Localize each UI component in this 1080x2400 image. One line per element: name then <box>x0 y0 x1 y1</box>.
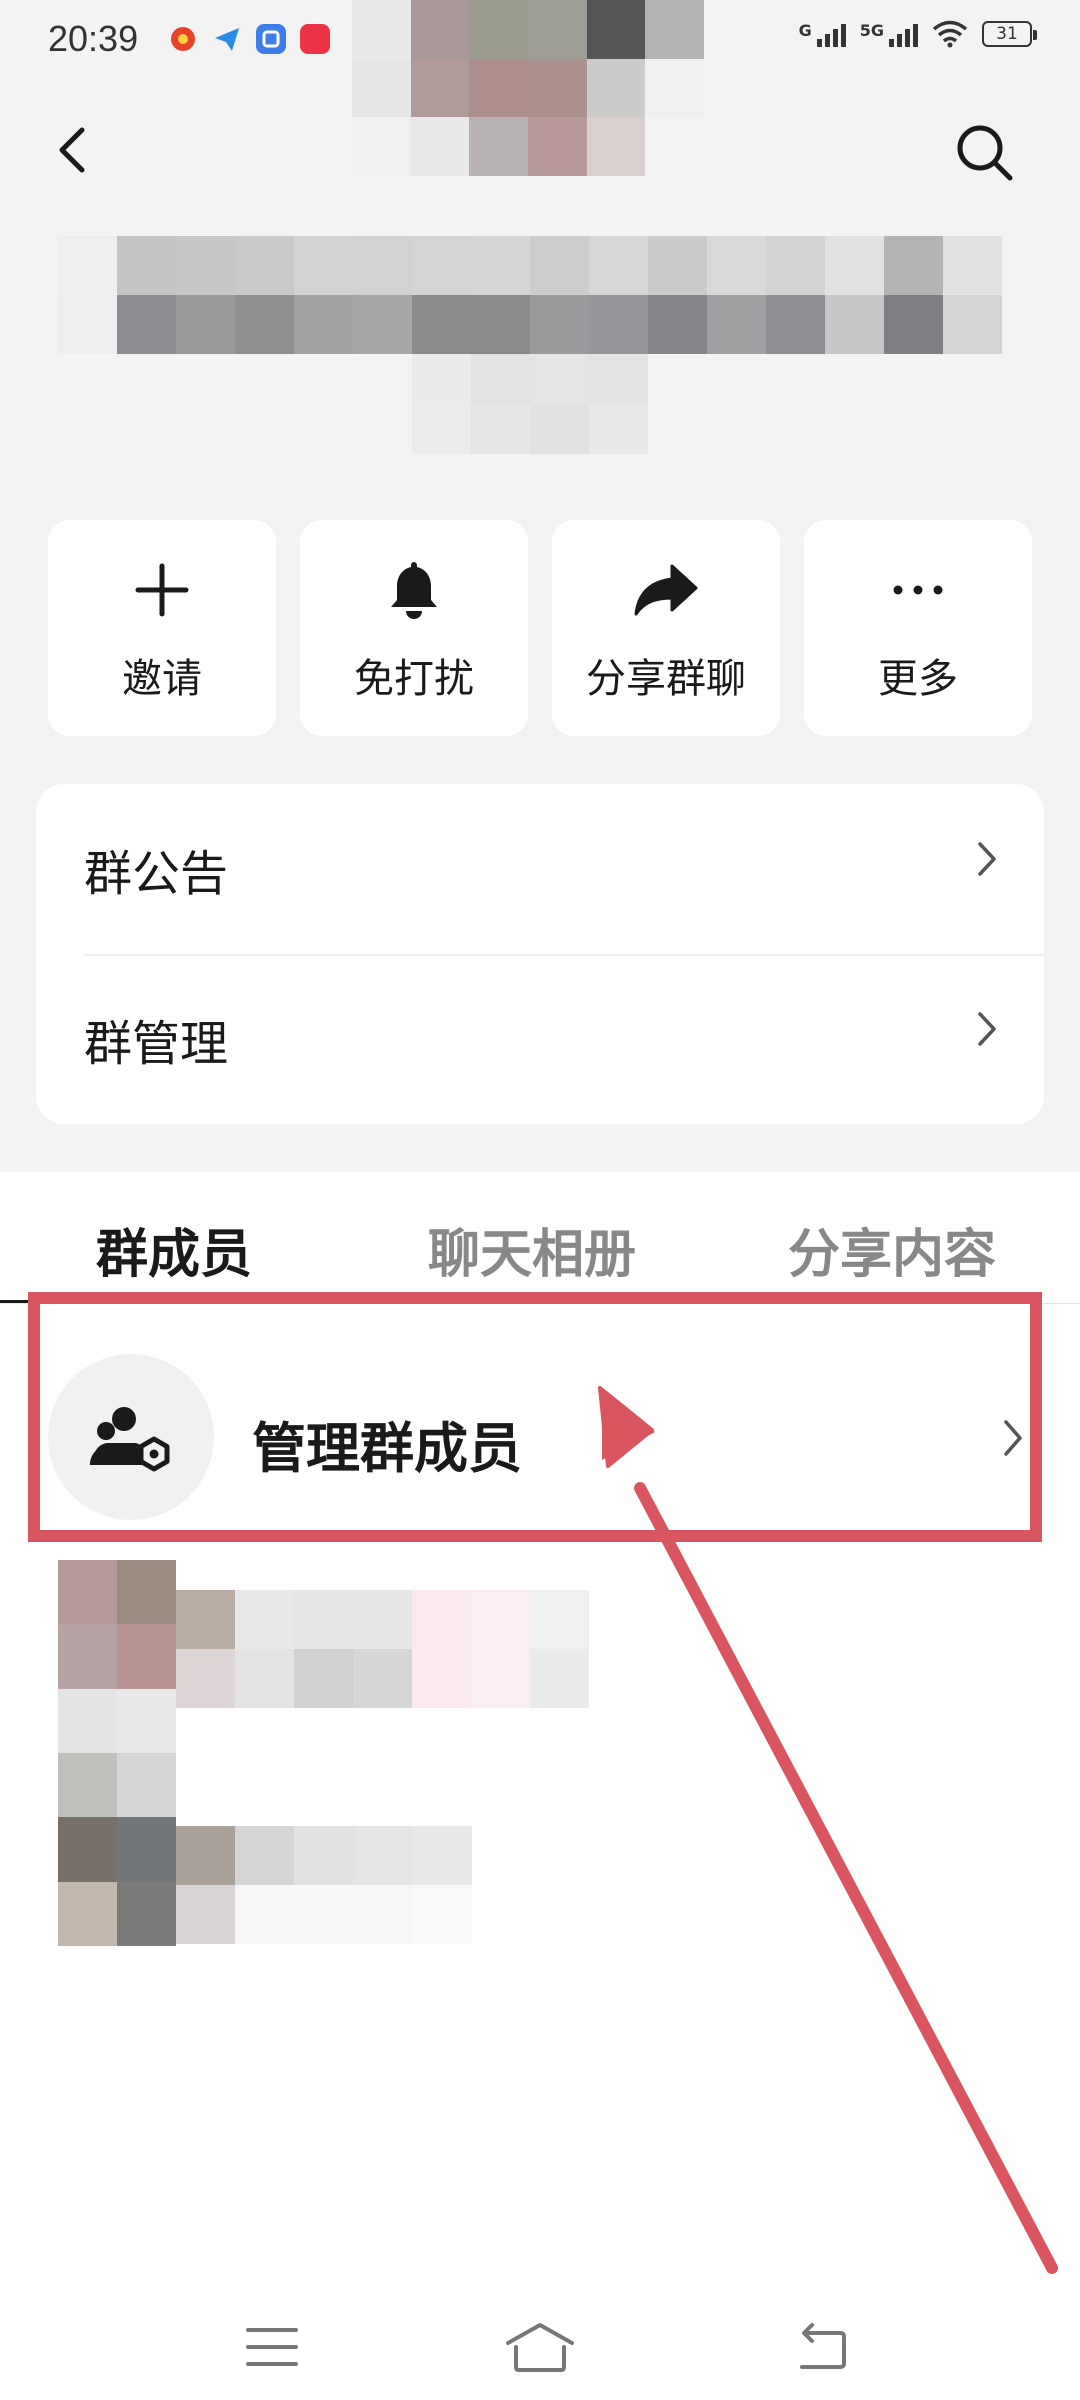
invite-label: 邀请 <box>122 656 202 702</box>
menu-icon <box>246 2328 298 2366</box>
signal-icon: G <box>799 21 846 47</box>
more-label: 更多 <box>878 656 958 702</box>
group-id-pixelated <box>412 354 648 454</box>
invite-button[interactable]: 邀请 <box>48 520 276 736</box>
notification-app-icon <box>212 24 242 54</box>
tab-shared-content[interactable]: 分享内容 <box>788 1212 996 1287</box>
tab-bar: 群成员 聊天相册 分享内容 <box>0 1172 1080 1304</box>
tab-chat-album[interactable]: 聊天相册 <box>428 1212 636 1287</box>
search-icon <box>957 125 1013 181</box>
home-button[interactable] <box>500 2312 580 2382</box>
manage-members-icon <box>90 1407 170 1472</box>
notification-app-icon <box>300 24 330 54</box>
back-button[interactable] <box>48 118 96 182</box>
manage-members-avatar <box>48 1354 214 1520</box>
more-dots-icon <box>893 585 943 595</box>
battery-level: 31 <box>996 24 1018 44</box>
navigation-bar <box>0 2300 1080 2400</box>
plus-icon <box>135 563 189 617</box>
member-avatar-pixelated <box>58 1560 176 1946</box>
home-icon <box>506 2323 574 2372</box>
member-name-pixelated <box>176 1590 648 1708</box>
tab-members[interactable]: 群成员 <box>96 1212 252 1287</box>
back-nav-icon <box>800 2323 846 2369</box>
status-time: 20:39 <box>48 18 139 59</box>
signal-5g-icon: 5G <box>860 21 918 47</box>
back-arrow-icon <box>59 127 85 173</box>
menu-button[interactable] <box>232 2312 312 2382</box>
group-announcement-label: 群公告 <box>84 846 229 902</box>
share-group-label: 分享群聊 <box>586 656 746 702</box>
bell-icon <box>391 562 437 619</box>
chevron-right-icon <box>978 1012 996 1046</box>
share-group-button[interactable]: 分享群聊 <box>552 520 780 736</box>
share-arrow-icon <box>634 564 698 616</box>
wifi-icon <box>932 20 968 48</box>
back-nav-button[interactable] <box>782 2312 862 2382</box>
battery-icon: 31 <box>982 21 1037 47</box>
group-management-row[interactable]: 群管理 <box>36 954 1044 1124</box>
do-not-disturb-button[interactable]: 免打扰 <box>300 520 528 736</box>
more-button[interactable]: 更多 <box>804 520 1032 736</box>
chevron-right-icon <box>1004 1420 1022 1456</box>
manage-members-row[interactable]: 管理群成员 <box>0 1300 1080 1520</box>
group-avatar-pixelated <box>352 0 704 176</box>
search-button[interactable] <box>950 118 1020 188</box>
notification-app-icon <box>256 24 286 54</box>
status-indicators: G 5G 31 <box>799 20 1037 48</box>
manage-members-label: 管理群成员 <box>252 1417 522 1480</box>
quick-actions: 邀请 免打扰 分享群聊 更多 <box>48 520 1032 736</box>
notification-app-icon <box>168 24 198 54</box>
group-announcement-row[interactable]: 群公告 <box>36 784 1044 954</box>
group-name-pixelated <box>58 236 1002 354</box>
group-settings-card: 群公告 群管理 <box>36 784 1044 1124</box>
dnd-label: 免打扰 <box>354 656 474 702</box>
group-management-label: 群管理 <box>84 1016 229 1072</box>
chevron-right-icon <box>978 842 996 876</box>
status-app-icons <box>168 24 330 54</box>
member-info-pixelated <box>176 1826 472 1944</box>
